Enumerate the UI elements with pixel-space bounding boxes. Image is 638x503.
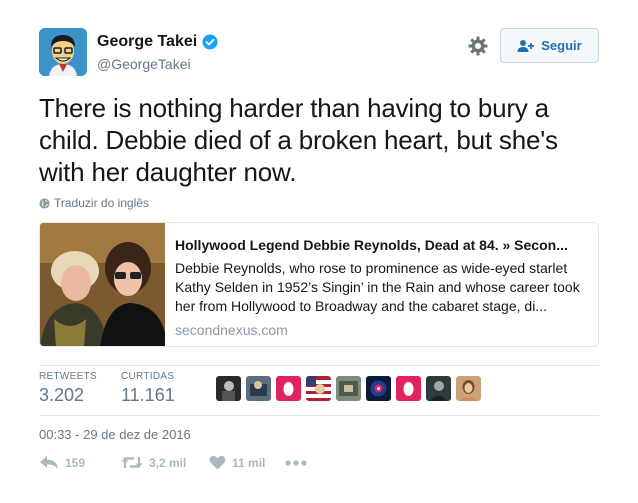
heart-icon: [209, 455, 226, 470]
globe-icon: [39, 197, 50, 209]
follow-label: Seguir: [541, 38, 582, 53]
liker-avatars: [216, 376, 481, 401]
liker-avatar[interactable]: [426, 376, 451, 401]
user-handle[interactable]: @GeorgeTakei: [97, 56, 191, 72]
retweet-count: 3,2 mil: [149, 455, 187, 470]
card-title[interactable]: Hollywood Legend Debbie Reynolds, Dead a…: [175, 236, 587, 254]
follow-person-icon: [517, 39, 535, 52]
retweets-stat[interactable]: RETWEETS 3.202: [39, 371, 97, 406]
follow-button[interactable]: Seguir: [500, 28, 599, 63]
liker-avatar[interactable]: [216, 376, 241, 401]
tweet-actions: 159 3,2 mil 11 mil: [39, 455, 307, 470]
gear-icon[interactable]: [467, 35, 489, 57]
liker-avatar[interactable]: [246, 376, 271, 401]
retweets-label: RETWEETS: [39, 371, 97, 382]
liker-avatar[interactable]: [306, 376, 331, 401]
retweet-icon: [121, 457, 143, 468]
divider-bottom: [39, 415, 599, 416]
like-count: 11 mil: [232, 455, 266, 470]
card-body[interactable]: Hollywood Legend Debbie Reynolds, Dead a…: [165, 223, 598, 346]
tweet-timestamp[interactable]: 00:33 - 29 de dez de 2016: [39, 427, 191, 442]
likes-value: 11.161: [121, 385, 175, 405]
liker-avatar[interactable]: [366, 376, 391, 401]
liker-avatar[interactable]: [276, 376, 301, 401]
retweet-action[interactable]: 3,2 mil: [121, 455, 209, 470]
more-action[interactable]: [285, 459, 307, 466]
liker-avatar[interactable]: [396, 376, 421, 401]
link-card[interactable]: Hollywood Legend Debbie Reynolds, Dead a…: [39, 222, 599, 347]
liker-avatar[interactable]: [456, 376, 481, 401]
reply-count: 159: [65, 455, 86, 470]
likes-label: CURTIDAS: [121, 371, 175, 382]
retweets-value: 3.202: [39, 385, 85, 405]
reply-icon: [40, 456, 58, 469]
translate-label: Traduzir do inglês: [54, 196, 149, 210]
translate-link[interactable]: Traduzir do inglês: [39, 196, 149, 210]
liker-avatar[interactable]: [336, 376, 361, 401]
card-domain: secondnexus.com: [175, 322, 288, 338]
avatar[interactable]: [39, 28, 87, 76]
reply-action[interactable]: 159: [39, 455, 121, 470]
tweet: George Takei @GeorgeTakei Seguir There i…: [0, 0, 638, 503]
user-name-row[interactable]: George Takei: [97, 33, 218, 51]
card-thumbnail[interactable]: [40, 223, 165, 346]
card-description: Debbie Reynolds, who rose to prominence …: [175, 260, 580, 314]
user-fullname[interactable]: George Takei: [97, 33, 197, 51]
likes-stat[interactable]: CURTIDAS 11.161: [121, 371, 175, 406]
like-action[interactable]: 11 mil: [209, 455, 285, 470]
divider-top: [39, 365, 599, 366]
verified-badge-icon: [202, 34, 218, 50]
tweet-text: There is nothing harder than having to b…: [39, 93, 558, 187]
more-icon: [285, 459, 307, 466]
